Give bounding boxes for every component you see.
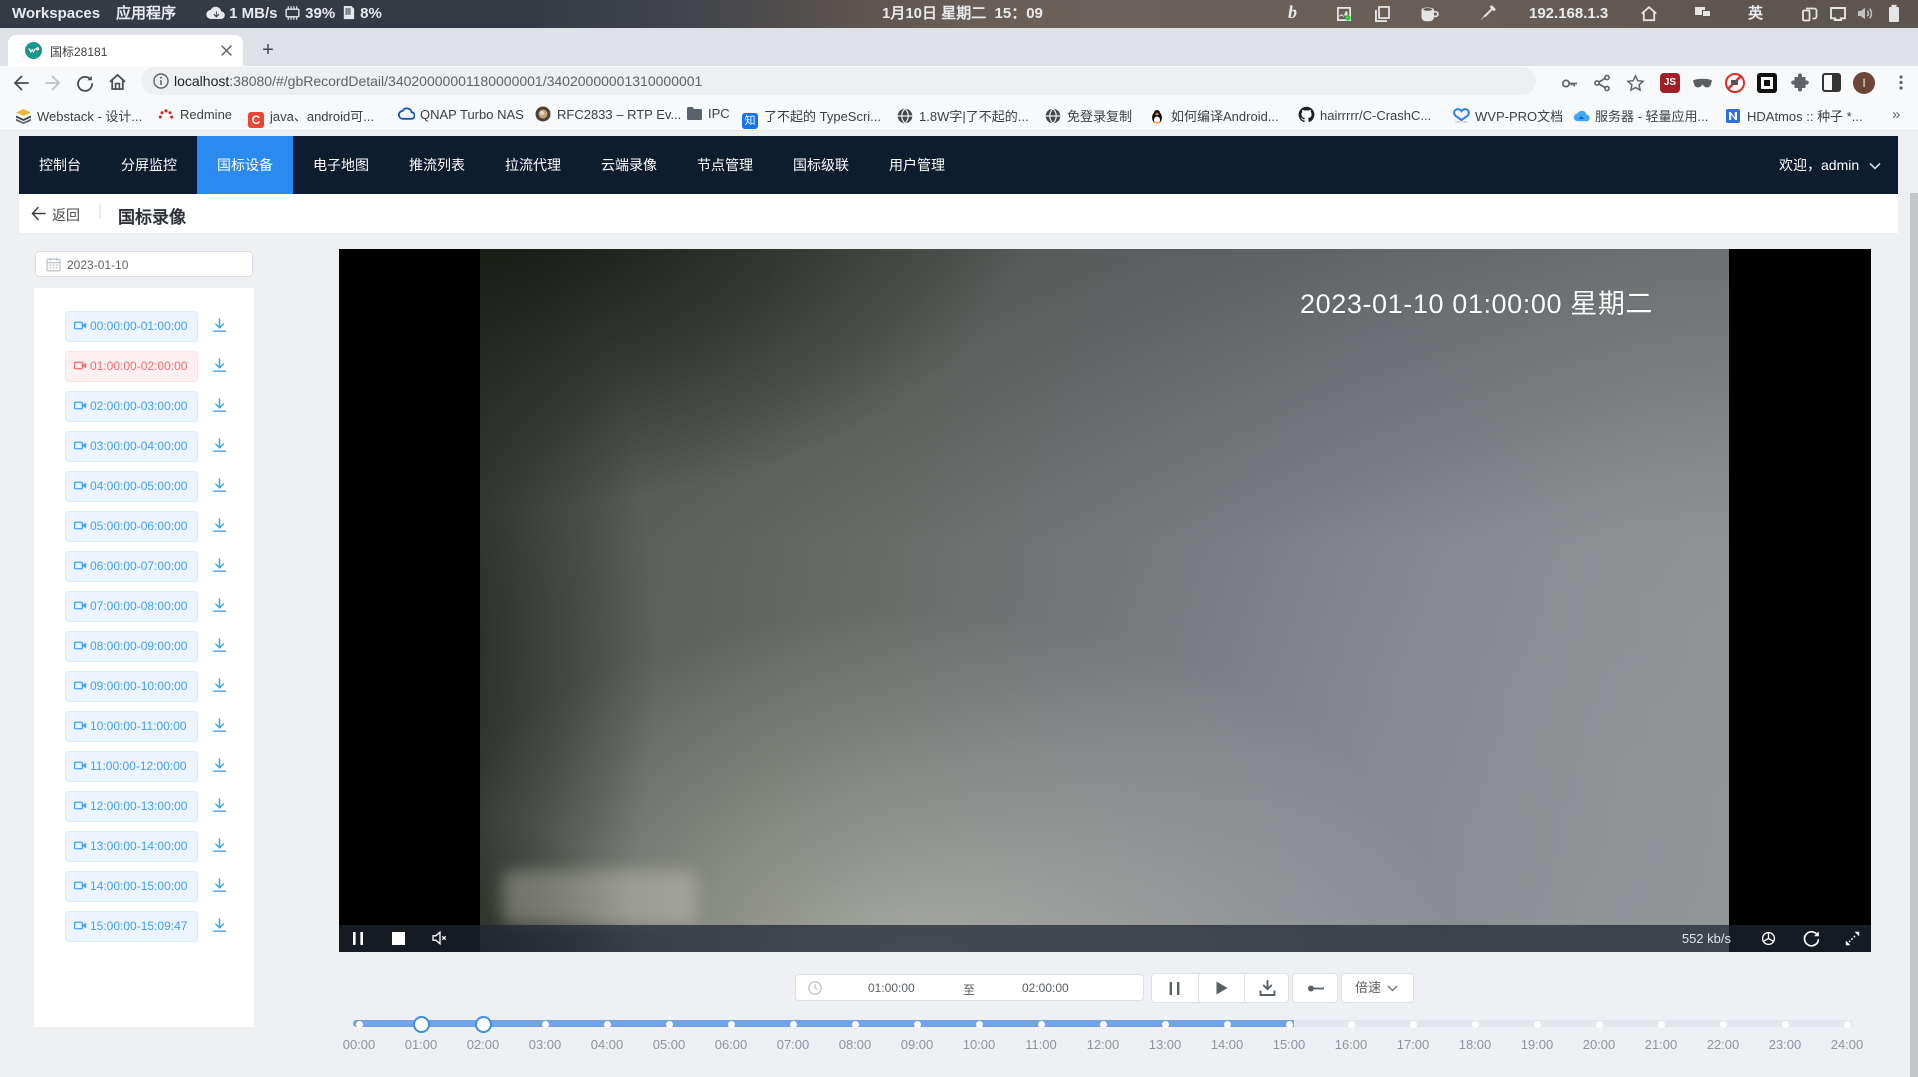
svg-text:WVP·PRO: WVP·PRO xyxy=(1455,120,1467,124)
